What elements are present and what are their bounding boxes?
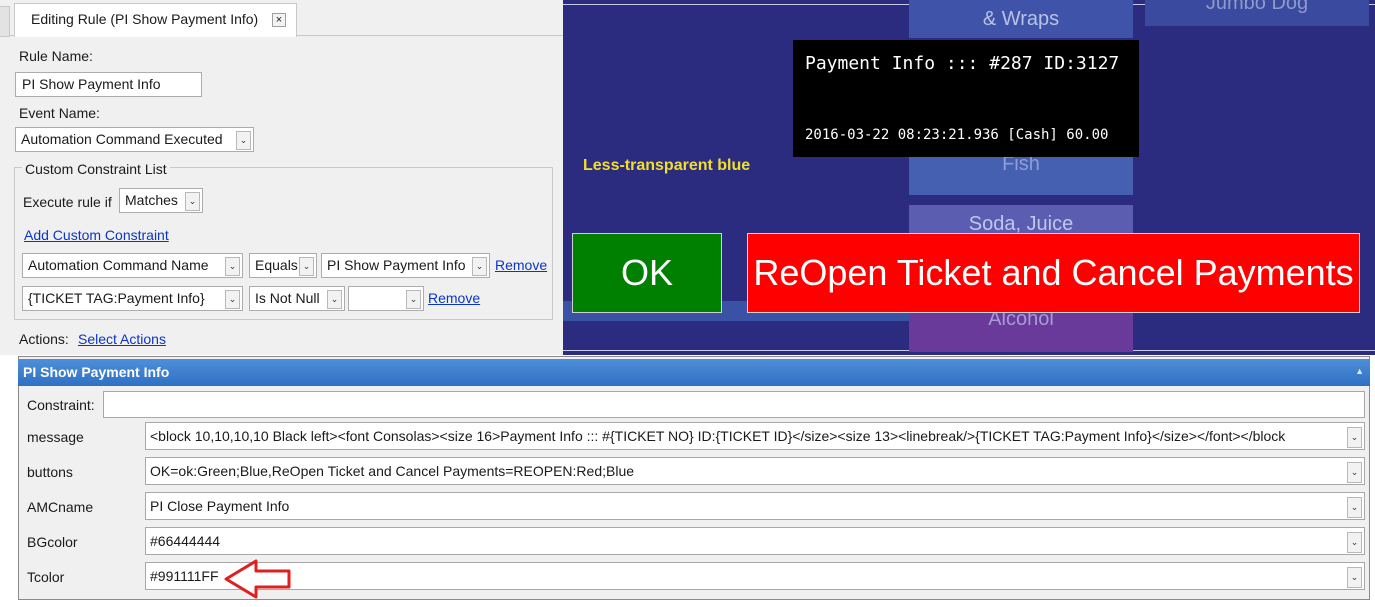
constraint-field-select[interactable]: {TICKET TAG:Payment Info} ⌄	[22, 286, 243, 311]
bgcolor-value: #66444444	[150, 533, 221, 549]
message-value: <block 10,10,10,10 Black left><font Cons…	[150, 428, 1286, 444]
bgcolor-label: BGcolor	[27, 534, 78, 550]
constraint-value-select[interactable]: ⌄	[348, 286, 424, 311]
constraint-value-select[interactable]: PI Show Payment Info ⌄	[321, 253, 490, 278]
menu-tile-jumbo-dog: Jumbo Dog	[1145, 0, 1369, 26]
remove-constraint-link[interactable]: Remove	[428, 290, 480, 306]
ok-button[interactable]: OK	[572, 233, 722, 313]
constraint-field-value: Automation Command Name	[28, 257, 209, 273]
chevron-down-icon[interactable]: ⌄	[1347, 497, 1362, 518]
chevron-down-icon[interactable]: ⌄	[327, 290, 342, 309]
execute-rule-if-label: Execute rule if	[23, 194, 112, 210]
tab-editing-rule[interactable]: Editing Rule (PI Show Payment Info) ×	[14, 3, 297, 37]
tab-title: Editing Rule (PI Show Payment Info)	[31, 11, 259, 27]
chevron-down-icon[interactable]: ⌄	[299, 257, 314, 276]
remove-constraint-link[interactable]: Remove	[495, 257, 547, 273]
reopen-ticket-button[interactable]: ReOpen Ticket and Cancel Payments	[747, 233, 1360, 313]
chevron-down-icon[interactable]: ⌄	[1347, 532, 1362, 553]
message-label: message	[27, 429, 84, 445]
amcname-field[interactable]: PI Close Payment Info ⌄	[145, 492, 1365, 520]
event-name-select[interactable]: Automation Command Executed ⌄	[15, 127, 254, 152]
chevron-down-icon[interactable]: ⌄	[225, 290, 240, 309]
constraint-group-title: Custom Constraint List	[22, 161, 170, 177]
message-field[interactable]: <block 10,10,10,10 Black left><font Cons…	[145, 422, 1365, 450]
constraint-operator-value: Equals	[255, 257, 298, 273]
execute-rule-if-select[interactable]: Matches ⌄	[119, 188, 203, 213]
actions-label: Actions:	[19, 331, 69, 347]
chevron-down-icon[interactable]: ⌄	[236, 131, 251, 150]
chevron-down-icon[interactable]: ⌄	[1347, 567, 1362, 588]
constraint-operator-select[interactable]: Equals ⌄	[249, 253, 317, 278]
arrow-icon	[224, 559, 291, 599]
amcname-label: AMCname	[27, 499, 94, 515]
payment-info-popup: Payment Info ::: #287 ID:3127 2016-03-22…	[793, 40, 1139, 157]
chevron-down-icon[interactable]: ⌄	[406, 290, 421, 309]
collapse-icon[interactable]: ▲	[1355, 366, 1364, 376]
execute-rule-if-value: Matches	[125, 192, 178, 208]
chevron-down-icon[interactable]: ⌄	[1347, 427, 1362, 448]
buttons-field[interactable]: OK=ok:Green;Blue,ReOpen Ticket and Cance…	[145, 457, 1365, 485]
chevron-down-icon[interactable]: ⌄	[472, 257, 487, 276]
tcolor-field[interactable]: #991111FF ⌄	[145, 562, 1365, 590]
annotation-text: Less-transparent blue	[583, 157, 751, 174]
popup-title: Payment Info ::: #287 ID:3127	[805, 53, 1120, 74]
action-panel-header[interactable]: PI Show Payment Info ▲	[18, 359, 1370, 386]
constraint-field-value: {TICKET TAG:Payment Info}	[28, 290, 205, 306]
constraint-input[interactable]	[103, 391, 1365, 418]
chevron-down-icon[interactable]: ⌄	[185, 192, 200, 211]
tab-previous[interactable]	[0, 6, 10, 37]
rule-name-label: Rule Name:	[19, 48, 93, 64]
event-name-label: Event Name:	[19, 105, 100, 121]
constraint-value-text: PI Show Payment Info	[327, 257, 466, 273]
buttons-label: buttons	[27, 464, 73, 480]
popup-payment-line: 2016-03-22 08:23:21.936 [Cash] 60.00	[805, 127, 1109, 143]
action-panel-title: PI Show Payment Info	[23, 364, 170, 380]
popup-preview: & Wraps Jumbo Dog Fish Soda, Juice Alcoh…	[563, 0, 1375, 355]
menu-tile-wraps: & Wraps	[909, 0, 1133, 38]
select-actions-link[interactable]: Select Actions	[78, 331, 166, 347]
rule-name-input[interactable]: PI Show Payment Info	[15, 72, 202, 97]
event-name-value: Automation Command Executed	[21, 131, 223, 147]
close-icon[interactable]: ×	[272, 13, 286, 27]
buttons-value: OK=ok:Green;Blue,ReOpen Ticket and Cance…	[150, 463, 635, 479]
chevron-down-icon[interactable]: ⌄	[225, 257, 240, 276]
add-custom-constraint-link[interactable]: Add Custom Constraint	[24, 227, 169, 243]
constraint-field-select[interactable]: Automation Command Name ⌄	[22, 253, 243, 278]
constraint-operator-value: Is Not Null	[255, 290, 320, 306]
tcolor-value: #991111FF	[150, 568, 219, 584]
constraint-operator-select[interactable]: Is Not Null ⌄	[249, 286, 345, 311]
constraint-label: Constraint:	[27, 397, 95, 413]
chevron-down-icon[interactable]: ⌄	[1347, 462, 1362, 483]
tcolor-label: Tcolor	[27, 569, 65, 585]
bgcolor-field[interactable]: #66444444 ⌄	[145, 527, 1365, 555]
amcname-value: PI Close Payment Info	[150, 498, 290, 514]
